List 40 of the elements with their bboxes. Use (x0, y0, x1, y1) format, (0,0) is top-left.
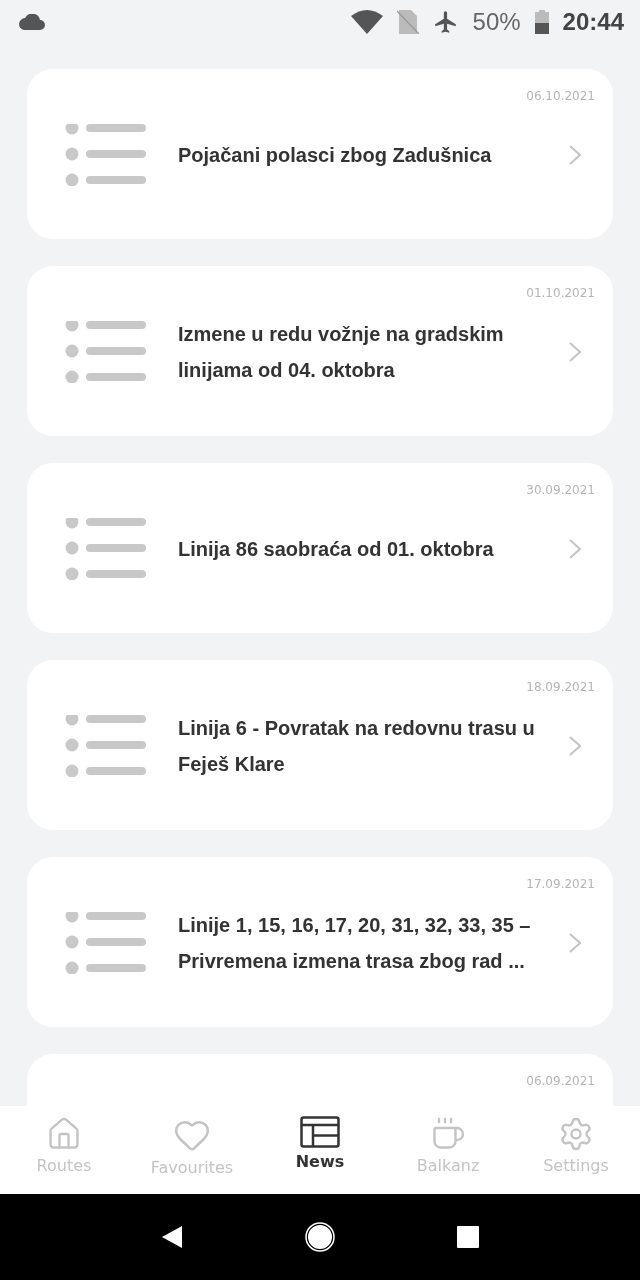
clock-time: 20:44 (562, 8, 624, 36)
news-date: 06.09.2021 (526, 1074, 595, 1088)
home-button-icon[interactable] (305, 1222, 335, 1252)
list-icon (65, 912, 146, 974)
news-icon (300, 1116, 340, 1148)
news-card[interactable]: 06.10.2021 Pojačani polasci zbog Zadušnica (27, 69, 613, 239)
news-card[interactable]: 18.09.2021 Linija 6 - Povratak na redovnu trasu u Feješ Klare (27, 660, 613, 830)
home-icon (46, 1116, 82, 1152)
news-title: Linija 6 - Povratak na redovnu trasu u Feješ Klare (178, 716, 536, 777)
list-icon (65, 321, 146, 383)
news-date: 01.10.2021 (526, 286, 595, 300)
news-title: Pojačani polasci zbog Zadušnica (178, 143, 493, 168)
cloud-icon (18, 14, 46, 30)
cup-icon (430, 1116, 466, 1152)
news-date: 30.09.2021 (526, 483, 595, 497)
news-date: 18.09.2021 (526, 680, 595, 694)
news-title: Linije 1, 15, 16, 17, 20, 31, 32, 33, 35 – Privremena izmena trasa zbog rad ... (178, 913, 532, 974)
airplane-icon (432, 9, 459, 35)
wifi-icon (350, 10, 383, 34)
list-icon (65, 715, 146, 777)
news-title: Linija 86 saobraća od 01. oktobra (178, 537, 495, 562)
news-card[interactable]: 30.09.2021 Linija 86 saobraća od 01. oktobra (27, 463, 613, 633)
no-sim-icon (396, 10, 419, 34)
nav-tab[interactable]: News (256, 1106, 384, 1194)
chevron-right-icon (569, 342, 581, 362)
back-icon[interactable] (161, 1225, 183, 1249)
news-card[interactable]: 17.09.2021 Linije 1, 15, 16, 17, 20, 31, 32, 33, 35 – Privremena izmena trasa zbog rad ... (27, 857, 613, 1027)
news-title: Izmene u redu vožnje na gradskim linijama od 04. oktobra (178, 322, 505, 383)
news-card[interactable]: 01.10.2021 Izmene u redu vožnje na gradskim linijama od 04. oktobra (27, 266, 613, 436)
news-date: 17.09.2021 (526, 877, 595, 891)
chevron-right-icon (569, 736, 581, 756)
list-icon (65, 124, 146, 186)
list-icon (65, 518, 146, 580)
chevron-right-icon (569, 145, 581, 165)
chevron-right-icon (569, 539, 581, 559)
chevron-right-icon (569, 933, 581, 953)
battery-percent: 50% (472, 8, 521, 36)
settings-icon (558, 1116, 594, 1152)
news-date: 06.10.2021 (526, 89, 595, 103)
battery-icon (534, 10, 549, 34)
